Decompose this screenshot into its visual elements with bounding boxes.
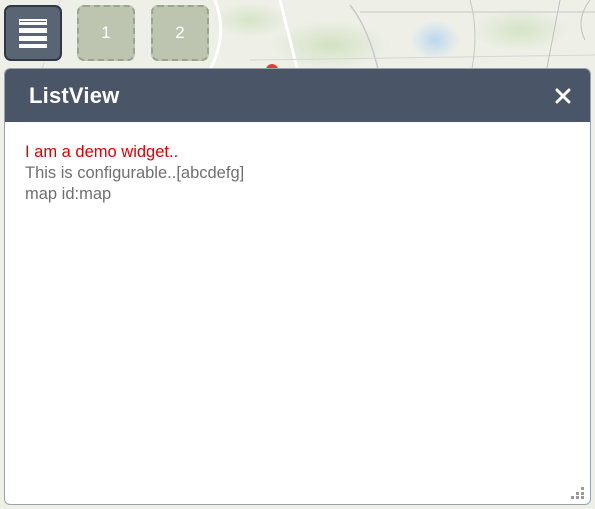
panel-header[interactable]: ListView: [5, 69, 590, 122]
list-view-button[interactable]: [4, 5, 62, 61]
widget-2-label: 2: [175, 23, 185, 42]
map-id-text: map id:map: [25, 185, 112, 203]
widget-1-button[interactable]: 1: [77, 5, 135, 61]
widget-1-label: 1: [101, 23, 111, 42]
close-icon: [555, 88, 571, 103]
panel-title: ListView: [29, 82, 120, 108]
panel-body: I am a demo widget.. This is configurabl…: [5, 122, 590, 225]
resize-grip-icon[interactable]: [570, 484, 586, 500]
config-text: This is configurable..[abcdefg]: [25, 164, 245, 182]
close-button[interactable]: [552, 85, 574, 107]
list-view-icon: [19, 19, 47, 48]
widget-2-button[interactable]: 2: [151, 5, 209, 61]
listview-panel: ListView I am a demo widget.. This is co…: [4, 68, 591, 505]
widget-greeting-text: I am a demo widget..: [25, 143, 179, 161]
